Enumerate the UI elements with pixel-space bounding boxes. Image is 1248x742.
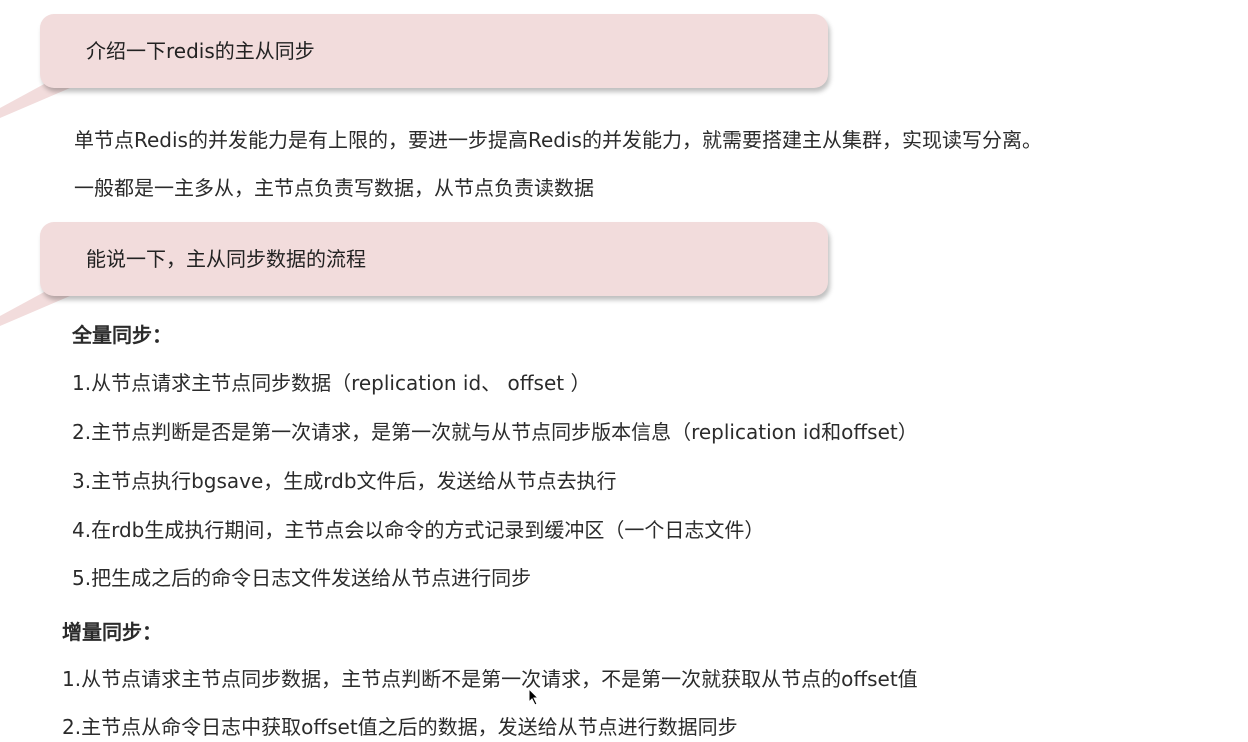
answer-line-2: 一般都是一主多从，主节点负责写数据，从节点负责读数据 <box>74 176 594 200</box>
full-sync-step: 4.在rdb生成执行期间，主节点会以命令的方式记录到缓冲区（一个日志文件） <box>72 518 765 542</box>
full-sync-step: 5.把生成之后的命令日志文件发送给从节点进行同步 <box>72 566 532 590</box>
incr-sync-step: 1.从节点请求主节点同步数据，主节点判断不是第一次请求，不是第一次就获取从节点的… <box>62 667 918 691</box>
full-sync-step: 1.从节点请求主节点同步数据（replication id、 offset ） <box>72 371 591 395</box>
question-bubble-2: 能说一下，主从同步数据的流程 <box>40 222 828 296</box>
full-sync-step: 3.主节点执行bgsave，生成rdb文件后，发送给从节点去执行 <box>72 469 617 493</box>
question-1: 介绍一下redis的主从同步 <box>86 39 315 63</box>
question-2: 能说一下，主从同步数据的流程 <box>86 247 366 271</box>
full-sync-title: 全量同步： <box>72 323 172 347</box>
question-bubble-1: 介绍一下redis的主从同步 <box>40 14 828 88</box>
mouse-cursor-icon <box>528 688 540 706</box>
answer-line-1: 单节点Redis的并发能力是有上限的，要进一步提高Redis的并发能力，就需要搭… <box>74 128 1042 152</box>
incr-sync-step: 2.主节点从命令日志中获取offset值之后的数据，发送给从节点进行数据同步 <box>62 715 738 739</box>
incr-sync-title: 增量同步： <box>62 620 162 644</box>
full-sync-step: 2.主节点判断是否是第一次请求，是第一次就与从节点同步版本信息（replicat… <box>72 420 918 444</box>
